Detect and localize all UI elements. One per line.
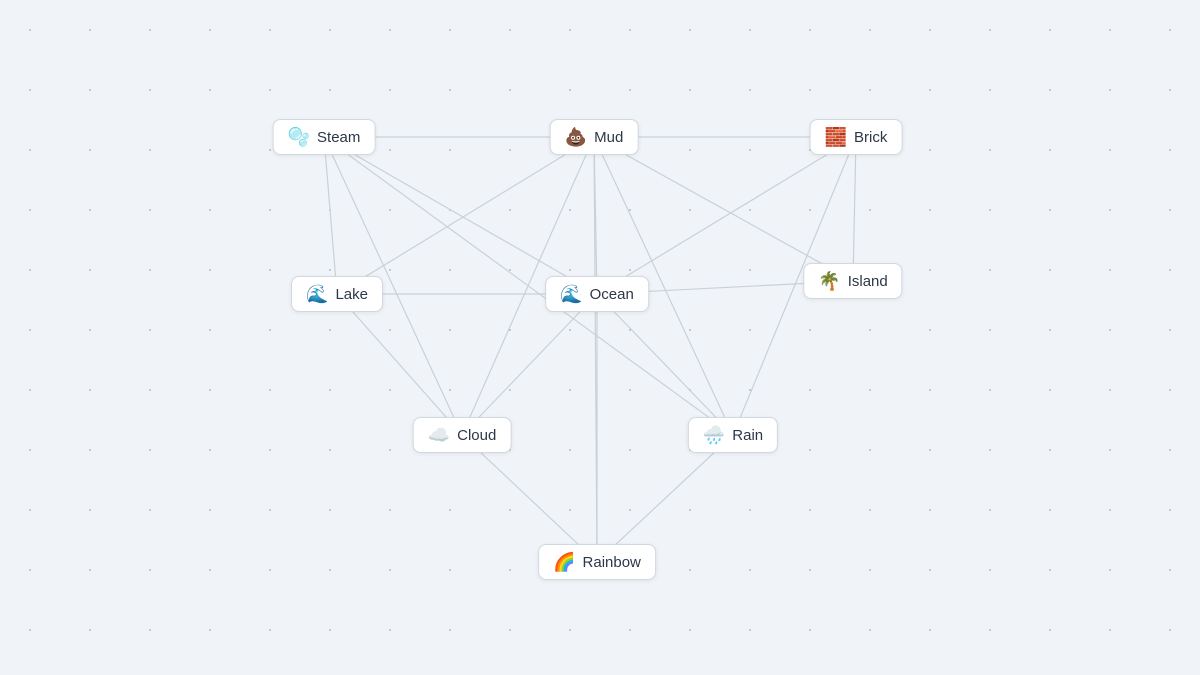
node-rain[interactable]: 🌧️ Rain xyxy=(688,417,778,453)
ocean-icon: 🌊 xyxy=(560,285,582,303)
rain-label: Rain xyxy=(732,427,763,444)
edge-brick-island xyxy=(853,137,856,281)
node-ocean[interactable]: 🌊 Ocean xyxy=(545,276,649,312)
brick-label: Brick xyxy=(854,129,887,146)
edge-steam-rain xyxy=(324,137,733,435)
edge-mud-lake xyxy=(337,137,594,294)
edge-lake-cloud xyxy=(337,294,462,435)
node-lake[interactable]: 🌊 Lake xyxy=(291,276,383,312)
brick-icon: 🧱 xyxy=(825,128,847,146)
edge-mud-rainbow xyxy=(594,137,597,562)
lake-icon: 🌊 xyxy=(306,285,328,303)
edge-steam-lake xyxy=(324,137,337,294)
edge-mud-ocean xyxy=(594,137,597,294)
steam-label: Steam xyxy=(317,129,360,146)
node-island[interactable]: 🌴 Island xyxy=(803,263,902,299)
edge-cloud-rainbow xyxy=(462,435,597,562)
rain-icon: 🌧️ xyxy=(703,426,725,444)
lake-label: Lake xyxy=(335,286,368,303)
node-rainbow[interactable]: 🌈 Rainbow xyxy=(538,544,656,580)
node-steam[interactable]: 🫧 Steam xyxy=(273,119,376,155)
cloud-label: Cloud xyxy=(457,427,496,444)
node-mud[interactable]: 💩 Mud xyxy=(550,119,639,155)
edge-rain-rainbow xyxy=(597,435,733,562)
node-brick[interactable]: 🧱 Brick xyxy=(810,119,903,155)
node-cloud[interactable]: ☁️ Cloud xyxy=(413,417,512,453)
mud-icon: 💩 xyxy=(565,128,587,146)
graph-container: 🫧 Steam 💩 Mud 🧱 Brick 🌊 Lake 🌊 Ocean 🌴 Island ☁️ Clou… xyxy=(0,0,1200,675)
cloud-icon: ☁️ xyxy=(428,426,450,444)
rainbow-label: Rainbow xyxy=(583,554,641,571)
island-label: Island xyxy=(848,273,888,290)
edge-ocean-rain xyxy=(597,294,733,435)
steam-icon: 🫧 xyxy=(288,128,310,146)
ocean-label: Ocean xyxy=(590,286,634,303)
rainbow-icon: 🌈 xyxy=(553,553,575,571)
island-icon: 🌴 xyxy=(818,272,840,290)
mud-label: Mud xyxy=(594,129,623,146)
edge-mud-island xyxy=(594,137,853,281)
edge-steam-ocean xyxy=(324,137,597,294)
edge-ocean-cloud xyxy=(462,294,597,435)
